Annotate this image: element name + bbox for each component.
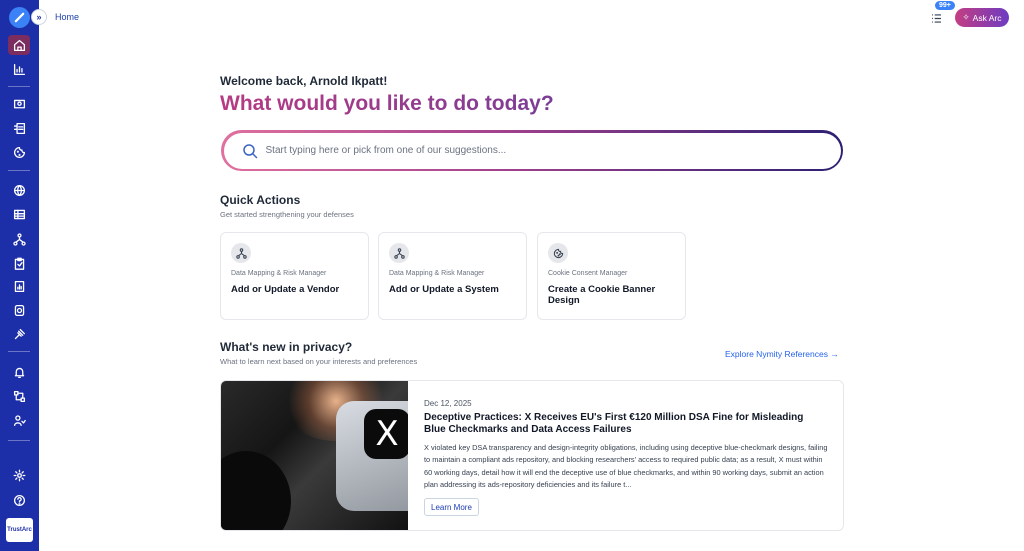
help-icon <box>13 494 25 506</box>
sidebar-item-workflows[interactable] <box>8 386 30 406</box>
gavel-icon <box>14 328 25 339</box>
search-bar <box>221 130 843 171</box>
sidebar-item-files[interactable] <box>8 276 30 296</box>
notifications-list-button[interactable] <box>926 9 946 27</box>
shield-icon <box>14 304 24 316</box>
sidebar-item-data-mapping[interactable] <box>8 229 30 249</box>
explore-label: Explore Nymity References <box>725 349 828 359</box>
article-summary: X violated key DSA transparency and desi… <box>424 443 828 489</box>
news-article-card: X Dec 12, 2025 Deceptive Practices: X Re… <box>220 380 844 531</box>
sparkle-icon: ✧ <box>962 12 970 22</box>
home-icon <box>13 39 25 51</box>
sidebar-item-analytics[interactable] <box>8 59 30 79</box>
sidebar-divider <box>8 440 30 441</box>
sidebar-expand-button[interactable]: » <box>31 9 47 25</box>
network-icon <box>389 243 409 263</box>
sidebar-item-reports[interactable] <box>8 118 30 138</box>
card-title: Create a Cookie Banner Design <box>548 284 656 306</box>
sidebar-item-legal[interactable] <box>8 324 30 344</box>
explore-references-link[interactable]: Explore Nymity References → <box>725 349 839 359</box>
sidebar-divider <box>8 170 30 171</box>
notification-count-badge: 99+ <box>935 1 955 10</box>
x-logo-icon: X <box>364 409 408 459</box>
sidebar-item-consent[interactable] <box>8 300 30 320</box>
network-icon <box>12 232 26 246</box>
chevron-double-right-icon: » <box>36 12 42 22</box>
card-title: Add or Update a Vendor <box>231 284 340 295</box>
users-icon <box>13 414 26 426</box>
welcome-message: Welcome back, Arnold Ikpatt! <box>220 74 388 88</box>
sidebar-item-settings[interactable] <box>8 465 30 485</box>
search-inner <box>223 132 841 169</box>
news-section-subtitle: What to learn next based on your interes… <box>220 357 418 366</box>
card-category: Cookie Consent Manager <box>548 270 628 277</box>
card-title: Add or Update a System <box>389 284 499 295</box>
file-chart-icon <box>14 280 24 292</box>
document-icon <box>13 122 25 134</box>
search-input[interactable] <box>265 145 786 156</box>
article-headline[interactable]: Deceptive Practices: X Receives EU's Fir… <box>424 412 824 436</box>
sidebar-item-users[interactable] <box>8 410 30 430</box>
list-icon <box>931 13 941 23</box>
workflow-icon <box>13 390 25 402</box>
globe-icon <box>13 184 25 196</box>
news-section-title: What's new in privacy? <box>220 340 353 354</box>
breadcrumb[interactable]: Home <box>55 12 79 22</box>
card-category: Data Mapping & Risk Manager <box>231 270 327 277</box>
sidebar-item-table[interactable] <box>8 204 30 224</box>
cookie-icon <box>548 243 568 263</box>
learn-more-button[interactable]: Learn More <box>424 498 479 516</box>
card-category: Data Mapping & Risk Manager <box>389 270 485 277</box>
bar-chart-icon <box>13 63 25 75</box>
quick-action-card-vendor[interactable]: Data Mapping & Risk Manager Add or Updat… <box>220 232 369 320</box>
sidebar-item-notifications[interactable] <box>8 362 30 382</box>
page-title: What would you like to do today? <box>220 92 554 115</box>
sidebar-item-home[interactable] <box>8 35 30 55</box>
brand-logo[interactable]: TrustArc <box>6 518 33 542</box>
logo-icon[interactable] <box>9 7 30 28</box>
ask-arc-button[interactable]: ✧ Ask Arc <box>955 8 1009 27</box>
table-icon <box>13 209 25 219</box>
sidebar-item-cookies[interactable] <box>8 142 30 162</box>
quick-actions-title: Quick Actions <box>220 193 301 207</box>
ask-arc-label: Ask Arc <box>972 12 1002 23</box>
bell-icon <box>14 367 24 378</box>
sidebar-divider <box>8 86 30 87</box>
sidebar-item-privacy[interactable] <box>8 180 30 200</box>
quick-action-card-system[interactable]: Data Mapping & Risk Manager Add or Updat… <box>378 232 527 320</box>
network-icon <box>231 243 251 263</box>
clipboard-icon <box>14 257 24 270</box>
gear-icon <box>13 469 25 481</box>
search-icon <box>242 143 257 158</box>
sidebar-item-assessments[interactable] <box>8 253 30 273</box>
sidebar-item-monitor[interactable] <box>8 94 30 114</box>
monitor-icon <box>13 99 25 108</box>
sidebar: TrustArc <box>0 0 39 551</box>
sidebar-item-help[interactable] <box>8 490 30 510</box>
sidebar-divider <box>8 351 30 352</box>
quick-actions-subtitle: Get started strengthening your defenses <box>220 210 354 219</box>
cookie-icon <box>13 146 25 158</box>
article-date: Dec 12, 2025 <box>424 399 472 408</box>
article-image[interactable]: X <box>221 381 408 530</box>
quick-action-card-cookie-banner[interactable]: Cookie Consent Manager Create a Cookie B… <box>537 232 686 320</box>
arrow-right-icon: → <box>830 349 839 359</box>
